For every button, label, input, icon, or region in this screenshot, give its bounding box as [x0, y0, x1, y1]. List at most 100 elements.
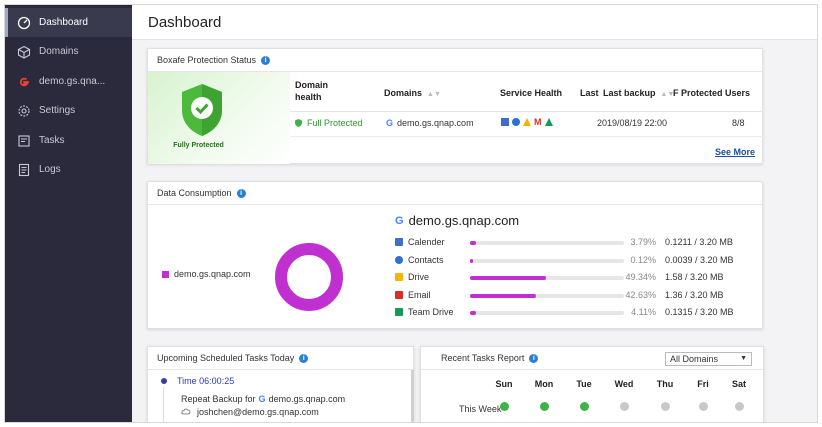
calendar-icon [395, 238, 403, 246]
weekday-label: Tue [576, 379, 592, 389]
this-week-label: This Week [459, 404, 502, 414]
usage-percent: 0.12% [630, 254, 656, 265]
gear-icon [17, 104, 31, 118]
usage-amount: 1.58 / 3.20 MB [665, 272, 724, 282]
col-last-backup[interactable]: Last backup ▲▼ [603, 87, 674, 101]
weekday-label: Wed [614, 379, 634, 389]
no-task-status-icon[interactable] [619, 402, 629, 411]
usage-percent: 4.11% [631, 307, 656, 317]
usage-bar-fill [470, 293, 536, 298]
scrollbar[interactable] [411, 370, 414, 422]
task-time: Time 06:00:25 [177, 376, 235, 386]
service-icons: M [501, 118, 553, 127]
col-domains[interactable]: Domains ▲▼ [384, 87, 441, 101]
donut-chart [275, 243, 343, 311]
col-service-health: Service Health [500, 88, 563, 98]
domain-filter-select[interactable]: All Domains ▼ [665, 352, 752, 366]
sidebar-item-demo-domain[interactable]: demo.gs.qna... [5, 67, 132, 96]
calendar-icon [501, 118, 509, 126]
sidebar-item-label: Logs [39, 164, 61, 175]
info-icon[interactable]: i [299, 353, 309, 363]
topbar: Dashboard [132, 5, 817, 40]
shield-check-icon [182, 84, 222, 136]
data-consumption-card: Data Consumption i demo.gs.qnap.com G de… [147, 181, 763, 329]
sidebar-item-label: Domains [39, 46, 79, 57]
domain-cell[interactable]: G demo.gs.qnap.com [386, 118, 474, 128]
usage-bar [470, 311, 624, 315]
info-icon[interactable]: i [236, 188, 246, 198]
timeline-dot [161, 378, 167, 384]
category-label: Team Drive [395, 307, 454, 317]
sidebar-item-logs[interactable]: Logs [5, 155, 132, 184]
badge-text: Fully Protected [173, 142, 224, 149]
usage-bar [470, 293, 624, 298]
weekday-label: Sat [731, 379, 746, 389]
card-header: Boxafe Protection Status i [148, 49, 762, 72]
col-domain-health: Domain health [295, 80, 329, 102]
weekday-label: Sun [495, 379, 513, 389]
usage-bar [470, 276, 624, 280]
domains-icon [17, 45, 31, 59]
usage-bar-fill [470, 241, 476, 245]
sidebar-item-label: demo.gs.qna... [39, 76, 106, 87]
protection-status-card: Boxafe Protection Status i Fully Protect… [147, 48, 763, 164]
sidebar-item-label: Dashboard [39, 17, 88, 28]
health-status: Full Protected [295, 118, 363, 128]
main-area: Dashboard Boxafe Protection Status i Ful… [132, 5, 817, 422]
contacts-icon [512, 118, 520, 126]
info-icon[interactable]: i [261, 55, 271, 65]
protected-users-cell: 8/8 [732, 118, 745, 128]
legend-swatch [162, 270, 169, 278]
no-task-status-icon[interactable] [734, 402, 744, 411]
category-label: Calender [395, 237, 445, 247]
usage-amount: 0.1211 / 3.20 MB [665, 237, 733, 247]
sidebar-item-settings[interactable]: Settings [5, 96, 132, 125]
dashboard-icon [17, 16, 31, 30]
sidebar-item-label: Settings [39, 105, 76, 116]
task-description: Repeat Backup for G demo.gs.qnap.com [181, 394, 346, 404]
drive-icon [395, 273, 403, 281]
protection-badge-area: Fully Protected [148, 72, 290, 164]
upcoming-tasks-card: Upcoming Scheduled Tasks Today i Time 06… [147, 346, 414, 422]
sidebar-item-dashboard[interactable]: Dashboard [5, 8, 132, 37]
usage-percent: 49.34% [625, 272, 656, 282]
weekday-label: Thu [656, 379, 674, 389]
col-protected-users: F Protected Users [673, 88, 751, 98]
consumption-domain-title: G demo.gs.qnap.com [395, 213, 520, 228]
usage-amount: 1.36 / 3.20 MB [665, 289, 724, 300]
see-more-link[interactable]: See More [715, 147, 755, 157]
card-header: Data Consumption i [148, 182, 762, 205]
usage-percent: 3.79% [630, 237, 656, 247]
team-drive-icon [544, 118, 553, 126]
category-label: Contacts [395, 255, 444, 265]
divider [290, 136, 763, 137]
no-task-status-icon[interactable] [660, 402, 670, 411]
page-title: Dashboard [148, 13, 222, 31]
success-status-icon[interactable] [539, 402, 549, 411]
last-backup-cell: 2019/08/19 22:00 [597, 118, 668, 128]
sidebar-item-domains[interactable]: Domains [5, 37, 132, 66]
usage-bar [470, 258, 624, 263]
info-icon[interactable]: i [529, 353, 539, 363]
usage-bar-fill [470, 276, 546, 280]
usage-bar-fill [470, 311, 477, 315]
google-icon: G [395, 214, 404, 227]
card-header: Upcoming Scheduled Tasks Today i [148, 347, 413, 370]
success-status-icon[interactable] [579, 402, 589, 411]
google-icon [17, 75, 31, 89]
category-label: Drive [395, 272, 429, 282]
success-status-icon[interactable] [499, 402, 509, 411]
no-task-status-icon[interactable] [698, 402, 708, 411]
category-label: Email [395, 290, 431, 300]
team-drive-icon [395, 308, 403, 316]
recent-tasks-card: Recent Tasks Report i All Domains ▼ Sun M… [420, 346, 764, 422]
sidebar-item-tasks[interactable]: Tasks [5, 126, 132, 155]
email-icon [395, 290, 403, 299]
logs-icon [17, 163, 31, 177]
usage-percent: 42.63% [625, 289, 656, 300]
usage-amount: 0.0039 / 3.20 MB [665, 254, 734, 265]
google-icon: G [258, 394, 266, 404]
drive-icon [523, 118, 531, 126]
usage-bar-fill [470, 258, 473, 263]
cloud-backup-icon [181, 408, 191, 415]
